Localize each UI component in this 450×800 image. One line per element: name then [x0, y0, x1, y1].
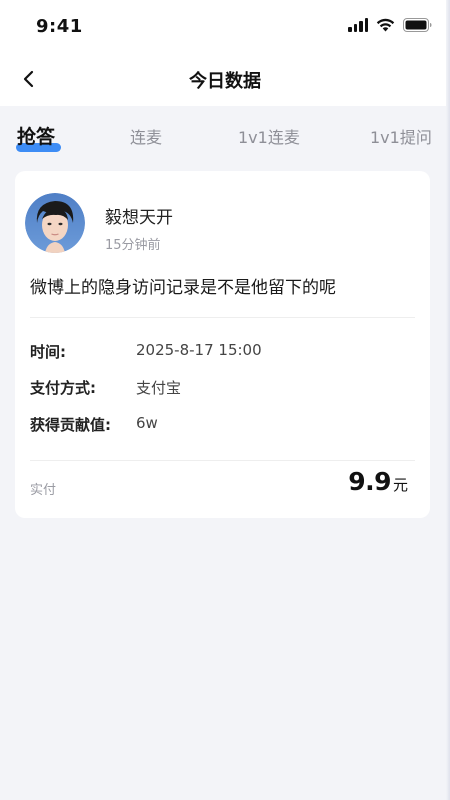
status-bar: 9:41 — [0, 0, 450, 52]
status-time: 9:41 — [36, 16, 83, 37]
info-value-contribution: 6w — [136, 414, 158, 432]
cellular-signal-icon — [348, 18, 368, 32]
info-row-time: 时间: 2025-8-17 15:00 — [30, 341, 262, 362]
tab-1v1-tiwen[interactable]: 1v1提问 — [370, 124, 432, 148]
tab-1v1-lianmai[interactable]: 1v1连麦 — [238, 124, 300, 148]
post-time: 15分钟前 — [105, 238, 161, 253]
status-icons — [348, 18, 432, 32]
avatar[interactable] — [25, 193, 85, 253]
divider — [30, 460, 415, 461]
tab-bar: 抢答 连麦 1v1连麦 1v1提问 — [0, 118, 450, 162]
paid-label: 实付 — [30, 483, 57, 498]
question-text: 微博上的隐身访问记录是不是他留下的呢 — [30, 278, 336, 298]
screen-edge — [446, 0, 450, 800]
nav-bar: 今日数据 — [0, 52, 450, 106]
record-card[interactable]: 毅想天开 15分钟前 微博上的隐身访问记录是不是他留下的呢 时间: 2025-8… — [15, 171, 430, 518]
amount-value: 9.9 — [348, 467, 391, 496]
battery-icon — [403, 18, 432, 32]
page-title: 今日数据 — [189, 71, 261, 92]
tab-qiangda[interactable]: 抢答 — [17, 122, 55, 149]
wifi-icon — [376, 18, 395, 32]
tab-lianmai[interactable]: 连麦 — [130, 124, 162, 148]
amount-unit: 元 — [392, 476, 408, 494]
info-row-payment: 支付方式: 支付宝 — [30, 377, 181, 398]
info-label-time: 时间: — [30, 343, 66, 361]
divider — [30, 317, 415, 318]
info-value-time: 2025-8-17 15:00 — [136, 341, 262, 359]
info-label-contribution: 获得贡献值: — [30, 416, 111, 434]
info-value-payment: 支付宝 — [136, 379, 182, 397]
info-row-contribution: 获得贡献值: 6w — [30, 414, 158, 435]
user-name: 毅想天开 — [105, 208, 173, 228]
info-label-payment: 支付方式: — [30, 379, 96, 397]
paid-amount: 9.9 元 — [348, 467, 408, 496]
